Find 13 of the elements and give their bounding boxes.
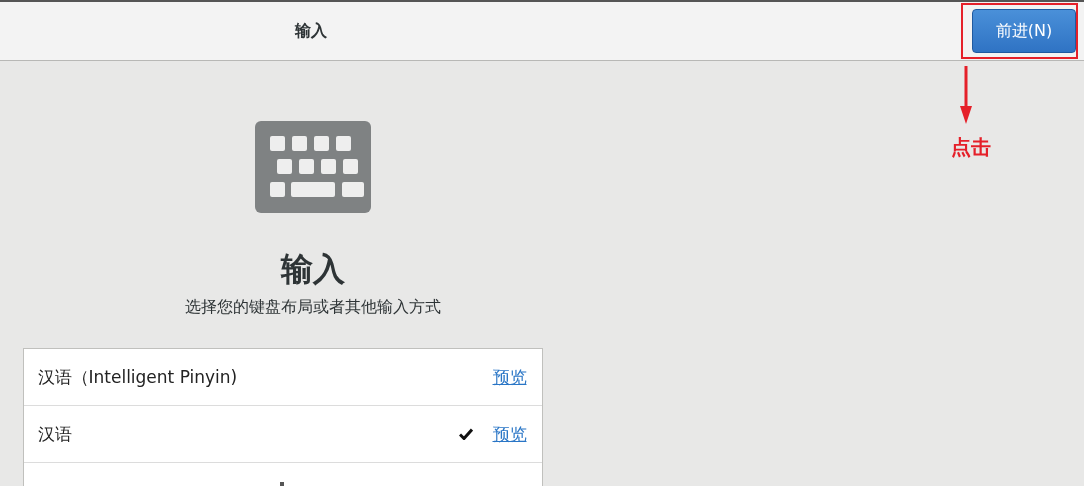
preview-link[interactable]: 预览 [492,422,527,446]
input-method-row[interactable]: 汉语（Intelligent Pinyin) 预览 [23,349,542,406]
page-subtitle: 选择您的键盘布局或者其他输入方式 [184,297,441,318]
input-method-name: 汉语 [37,422,73,446]
window-title: 输入 [295,20,327,42]
input-method-row[interactable]: 汉语 预览 [23,406,542,463]
keyboard-icon [254,121,371,213]
page-heading: 输入 [280,249,345,289]
input-method-name: 汉语（Intelligent Pinyin) [37,365,239,389]
next-button[interactable]: 前进(N) [972,9,1076,53]
annotation-label: 点击 [951,134,991,161]
preview-link[interactable]: 预览 [492,365,527,389]
arrow-icon [959,66,973,124]
